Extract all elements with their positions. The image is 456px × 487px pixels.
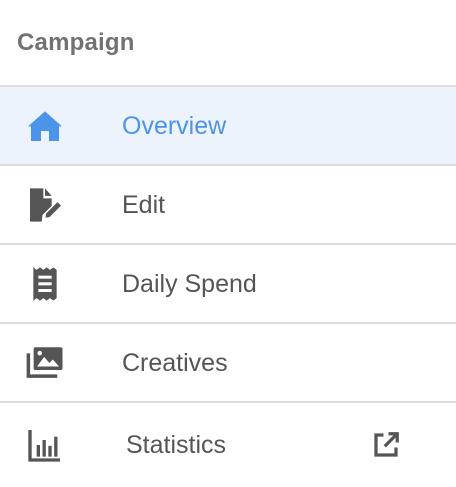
nav-item-statistics[interactable]: Statistics xyxy=(0,403,456,487)
images-icon xyxy=(22,340,68,386)
external-link-icon[interactable] xyxy=(369,428,403,462)
nav-item-label: Statistics xyxy=(126,431,227,459)
receipt-icon xyxy=(22,261,68,307)
campaign-nav-menu: Overview Edit Daily Spend Creatives Stat… xyxy=(0,87,456,487)
nav-item-label: Overview xyxy=(122,111,227,140)
nav-item-label: Daily Spend xyxy=(122,269,257,298)
campaign-nav-header: Campaign xyxy=(0,0,456,87)
nav-item-label: Edit xyxy=(122,190,166,219)
nav-item-edit[interactable]: Edit xyxy=(0,166,456,245)
nav-item-label: Creatives xyxy=(122,348,228,377)
campaign-nav-panel: Campaign Overview Edit Daily Spend Creat… xyxy=(0,0,456,484)
nav-item-creatives[interactable]: Creatives xyxy=(0,324,456,403)
section-title: Campaign xyxy=(17,28,135,56)
file-edit-icon xyxy=(22,182,68,228)
home-icon xyxy=(22,103,68,149)
bar-chart-icon xyxy=(22,422,68,468)
nav-item-daily-spend[interactable]: Daily Spend xyxy=(0,245,456,324)
nav-item-overview[interactable]: Overview xyxy=(0,87,456,166)
